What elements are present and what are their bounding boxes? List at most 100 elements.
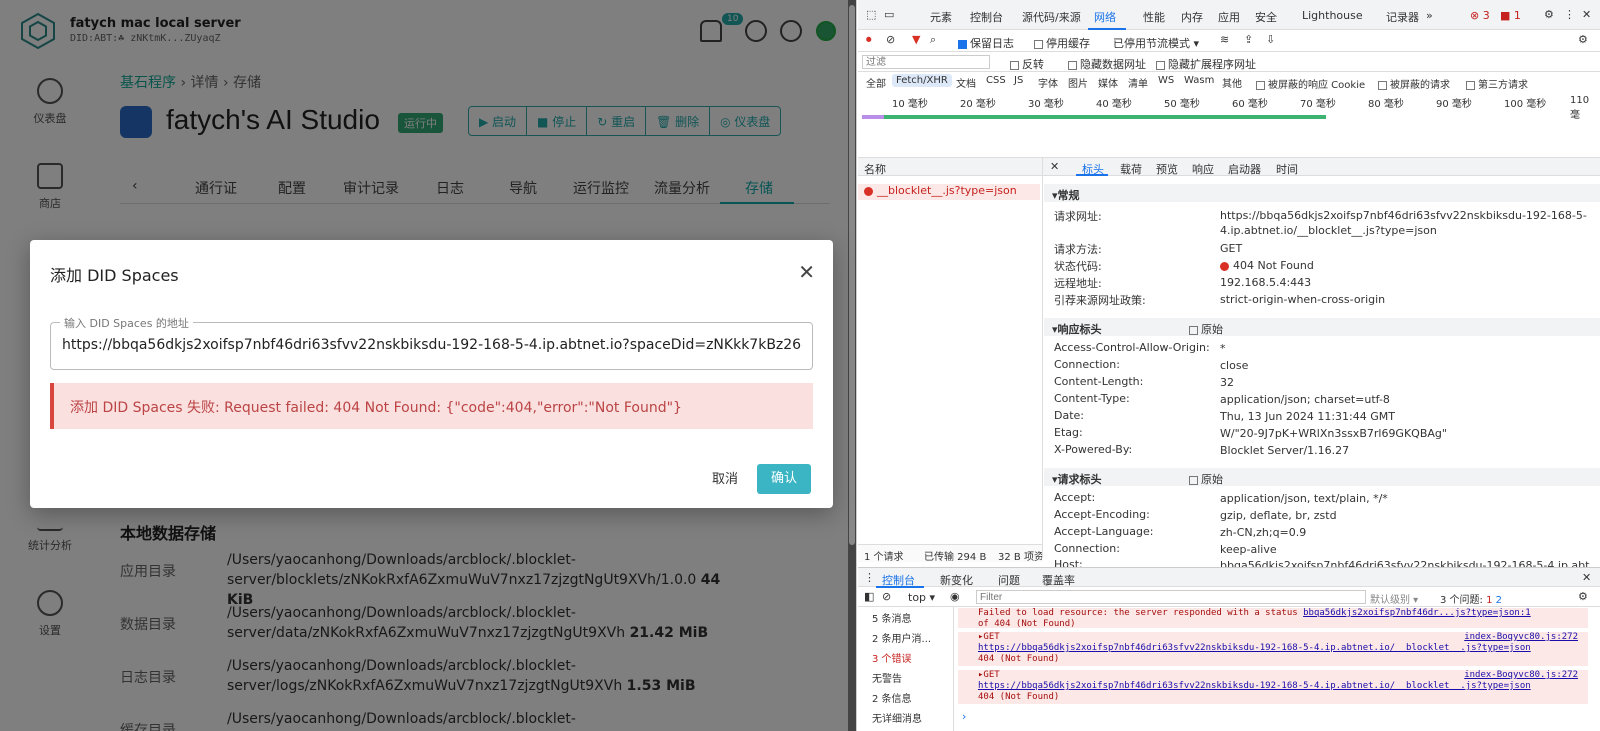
filter-icon[interactable]: ▼ — [912, 33, 920, 46]
type-all[interactable]: 全部 — [862, 74, 890, 91]
disable-cache-checkbox[interactable]: 停用缓存 — [1034, 35, 1090, 51]
kebab-icon[interactable]: ⋮ — [1564, 8, 1575, 21]
download-icon[interactable]: ⇩ — [1266, 33, 1275, 46]
raw-checkbox[interactable]: 原始 — [1189, 471, 1223, 487]
console-link[interactable]: https://bbqa56dkjs2xoifsp7nbf46dri63sfvv… — [978, 681, 1531, 691]
type-ws[interactable]: WS — [1154, 74, 1178, 87]
timeline-overview[interactable]: 10 毫秒 20 毫秒 30 毫秒 40 毫秒 50 毫秒 60 毫秒 70 毫… — [858, 92, 1600, 158]
timeline-tick: 80 毫秒 — [1368, 99, 1404, 110]
type-font[interactable]: 字体 — [1034, 74, 1062, 91]
console-prompt[interactable]: › — [962, 710, 966, 723]
response-headers-section[interactable]: ▾响应标头 原始 — [1044, 318, 1600, 336]
throttle-select[interactable]: 已停用节流模式 ▾ — [1113, 35, 1199, 51]
console-source-link[interactable]: index-Boqyvc80.js:272 — [1464, 632, 1578, 643]
tab-lighthouse[interactable]: Lighthouse — [1302, 9, 1363, 22]
close-icon[interactable]: ✕ — [1582, 8, 1591, 21]
console-side-warnings[interactable]: 无警告 — [872, 670, 902, 685]
request-row[interactable]: __blocklet__.js?type=json — [858, 184, 1040, 200]
clear-console-icon[interactable]: ⊘ — [882, 590, 891, 603]
wifi-icon[interactable]: ≋ — [1220, 33, 1229, 46]
drawer-tab-issues[interactable]: 问题 — [998, 572, 1020, 588]
raw-checkbox[interactable]: 原始 — [1189, 321, 1223, 337]
type-wasm[interactable]: Wasm — [1180, 74, 1218, 87]
console-link[interactable]: https://bbqa56dkjs2xoifsp7nbf46dri63sfvv… — [978, 643, 1531, 653]
tab-memory[interactable]: 内存 — [1181, 9, 1203, 25]
drawer-tab-changes[interactable]: 新变化 — [940, 572, 973, 588]
console-side-info[interactable]: 2 条信息 — [872, 690, 912, 705]
console-message: Failed to load resource: the server resp… — [958, 608, 1588, 629]
error-count[interactable]: ⊗ 3 — [1470, 9, 1490, 22]
type-other[interactable]: 其他 — [1218, 74, 1246, 91]
console-side-verbose[interactable]: 无详细消息 — [872, 710, 922, 725]
preserve-log-checkbox[interactable]: 保留日志 — [958, 35, 1014, 51]
tab-elements[interactable]: 元素 — [930, 9, 952, 25]
gear-icon[interactable]: ⚙ — [1544, 8, 1554, 21]
blocked-cookies-checkbox[interactable]: 被屏蔽的响应 Cookie — [1256, 76, 1365, 91]
device-icon[interactable]: ▭ — [884, 8, 894, 21]
console-side-messages[interactable]: 5 条消息 — [872, 610, 912, 625]
close-detail-icon[interactable]: ✕ — [1050, 160, 1059, 173]
inspect-icon[interactable]: ⬚ — [866, 8, 876, 21]
record-icon[interactable]: ⏺ — [866, 33, 872, 47]
tab-network[interactable]: 网络 — [1094, 9, 1116, 25]
cancel-button[interactable]: 取消 — [712, 468, 738, 487]
name-column-header[interactable]: 名称 — [864, 161, 886, 177]
hide-ext-urls-checkbox[interactable]: 隐藏扩展程序网址 — [1156, 56, 1256, 72]
console-side-errors[interactable]: 3 个错误 — [872, 650, 912, 665]
tab-application[interactable]: 应用 — [1218, 9, 1240, 25]
clear-icon[interactable]: ⊘ — [886, 33, 895, 46]
console-link[interactable]: bbqa56dkjs2xoifsp7nbf46dr...js?type=json… — [1303, 608, 1531, 618]
sidebar-toggle-icon[interactable]: ◧ — [864, 590, 874, 603]
search-icon[interactable]: ⌕ — [930, 33, 936, 47]
console-source-link[interactable]: index-Boqyvc80.js:272 — [1464, 670, 1578, 681]
tab-console[interactable]: 控制台 — [970, 9, 1003, 25]
tab-recorder[interactable]: 记录器 — [1386, 9, 1419, 25]
hide-data-urls-checkbox[interactable]: 隐藏数据网址 — [1068, 56, 1146, 72]
tab-response[interactable]: 响应 — [1192, 161, 1214, 177]
drawer-tab-coverage[interactable]: 覆盖率 — [1042, 572, 1075, 588]
request-headers-section[interactable]: ▾请求标头 原始 — [1044, 468, 1600, 486]
panel-divider[interactable] — [1042, 158, 1043, 558]
tab-preview[interactable]: 预览 — [1156, 161, 1178, 177]
type-manifest[interactable]: 清单 — [1124, 74, 1152, 91]
drawer-menu-icon[interactable]: ⋮ — [864, 571, 875, 584]
type-css[interactable]: CSS — [982, 74, 1010, 87]
console-filter-input[interactable] — [976, 590, 1366, 604]
tab-performance[interactable]: 性能 — [1143, 9, 1165, 25]
type-fetch-xhr[interactable]: Fetch/XHR — [892, 74, 952, 87]
tab-initiator[interactable]: 启动器 — [1228, 161, 1261, 177]
blocked-requests-checkbox[interactable]: 被屏蔽的请求 — [1378, 76, 1450, 91]
console-side-user[interactable]: 2 条用户消... — [872, 630, 931, 645]
type-img[interactable]: 图片 — [1064, 74, 1092, 91]
filter-input[interactable] — [862, 55, 990, 69]
type-doc[interactable]: 文档 — [952, 74, 980, 91]
timeline-tick: 10 毫秒 — [892, 99, 928, 110]
network-settings-icon[interactable]: ⚙ — [1578, 33, 1588, 46]
general-section-header[interactable]: ▾常规 — [1044, 184, 1600, 202]
tab-sources[interactable]: 源代码/来源 — [1022, 9, 1081, 25]
confirm-button[interactable]: 确认 — [757, 464, 811, 494]
did-spaces-url-input[interactable]: https://bbqa56dkjs2xoifsp7nbf46dri63sfvv… — [62, 337, 802, 353]
console-settings-icon[interactable]: ⚙ — [1578, 590, 1588, 603]
warn-count[interactable]: ■ 1 — [1500, 9, 1521, 22]
type-js[interactable]: JS — [1010, 74, 1027, 87]
page-scroll-thumb[interactable] — [849, 5, 855, 545]
devtools-main-tabs: ⬚ ▭ 元素 控制台 源代码/来源 网络 性能 内存 应用 安全 Lightho… — [858, 0, 1600, 30]
tab-timing[interactable]: 时间 — [1276, 161, 1298, 177]
header-row: Host: bbqa56dkjs2xoifsp7nbf46dri63sfvv22n… — [1054, 558, 1590, 567]
tab-security[interactable]: 安全 — [1255, 9, 1277, 25]
issues-count[interactable]: 3 个问题: 1 2 — [1440, 591, 1502, 606]
upload-icon[interactable]: ⇪ — [1244, 33, 1253, 46]
close-drawer-icon[interactable]: ✕ — [1582, 571, 1591, 584]
tab-payload[interactable]: 载荷 — [1120, 161, 1142, 177]
log-levels-select[interactable]: 默认级别 ▾ — [1370, 591, 1418, 606]
console-message: ▸GET index-Boqyvc80.js:272 https://bbqa56d… — [958, 632, 1588, 666]
close-icon[interactable]: ✕ — [798, 260, 815, 284]
more-tabs-button[interactable]: » — [1426, 9, 1433, 22]
eye-icon[interactable]: ◉ — [950, 590, 960, 603]
type-media[interactable]: 媒体 — [1094, 74, 1122, 91]
invert-checkbox[interactable]: 反转 — [1010, 56, 1044, 72]
dialog-title: 添加 DID Spaces — [50, 266, 179, 285]
third-party-checkbox[interactable]: 第三方请求 — [1466, 76, 1528, 91]
context-select[interactable]: top ▾ — [908, 591, 935, 604]
